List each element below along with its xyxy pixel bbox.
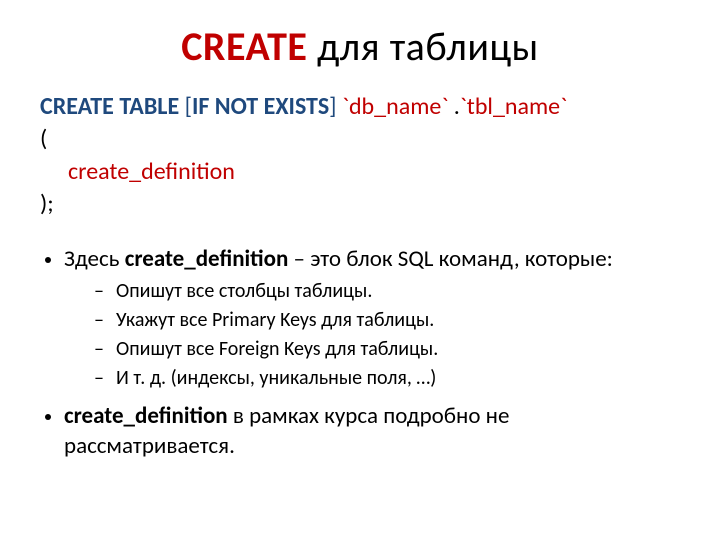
bullet-2-bold: create_definition bbox=[64, 402, 228, 430]
sub-bullet-list: Опишут все столбцы таблицы. Укажут все P… bbox=[64, 278, 680, 392]
kw-if-not-exists: IF NOT EXISTS bbox=[192, 92, 329, 121]
create-definition: create_definition bbox=[68, 157, 235, 186]
bullet-2: create_definition в рамках курса подробн… bbox=[64, 402, 680, 462]
bracket-close: ] bbox=[329, 92, 342, 121]
code-block: CREATE TABLE [IF NOT EXISTS] `db_name` .… bbox=[40, 91, 680, 221]
sub-bullet-2: Укажут все Primary Keys для таблицы. bbox=[94, 307, 680, 334]
slide: CREATE для таблицы CREATE TABLE [IF NOT … bbox=[0, 0, 720, 540]
title-keyword: CREATE bbox=[181, 22, 307, 71]
code-line-3: create_definition bbox=[40, 156, 680, 188]
tbl-name: `tbl_name` bbox=[460, 92, 567, 121]
bullet-1-pre: Здесь bbox=[64, 245, 125, 273]
dot: . bbox=[448, 92, 459, 121]
db-name: `db_name` bbox=[342, 92, 448, 121]
bracket-open: [ bbox=[185, 92, 192, 121]
bullet-1-bold: create_definition bbox=[125, 245, 289, 273]
sub-bullet-3: Опишут все Foreign Keys для таблицы. bbox=[94, 336, 680, 363]
bullet-1: Здесь create_definition – это блок SQL к… bbox=[64, 245, 680, 393]
sub-bullet-1: Опишут все столбцы таблицы. bbox=[94, 278, 680, 305]
slide-title: CREATE для таблицы bbox=[40, 22, 680, 71]
bullet-1-post: – это блок SQL команд, которые: bbox=[288, 245, 612, 273]
sub-bullet-4: И т. д. (индексы, уникальные поля, …) bbox=[94, 365, 680, 392]
kw-create-table: CREATE TABLE bbox=[40, 92, 185, 121]
bullet-list: Здесь create_definition – это блок SQL к… bbox=[40, 245, 680, 463]
code-line-4: ); bbox=[40, 188, 680, 220]
code-line-1: CREATE TABLE [IF NOT EXISTS] `db_name` .… bbox=[40, 91, 680, 123]
code-line-2: ( bbox=[40, 123, 680, 155]
title-rest: для таблицы bbox=[307, 22, 538, 71]
